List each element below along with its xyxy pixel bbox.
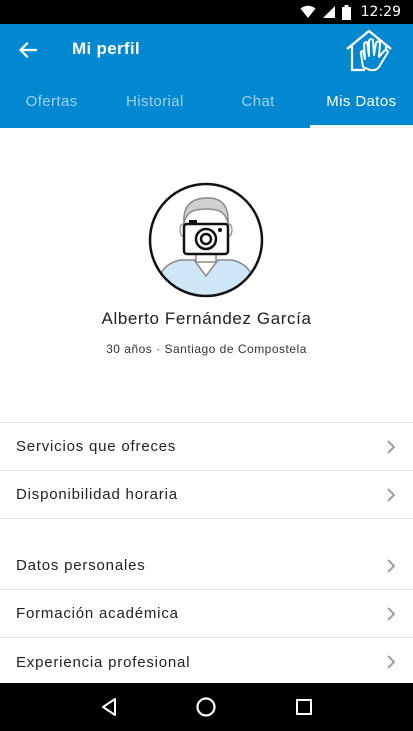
tab-chat[interactable]: Chat xyxy=(207,76,310,128)
house-hand-logo xyxy=(343,27,395,73)
tab-bar: Ofertas Historial Chat Mis Datos xyxy=(0,76,413,128)
nav-home-button[interactable] xyxy=(186,687,226,727)
profile-subtitle: 30 años · Santiago de Compostela xyxy=(106,342,307,356)
chevron-right-icon xyxy=(387,655,395,669)
back-button[interactable] xyxy=(12,36,44,64)
back-triangle-icon xyxy=(101,698,116,716)
status-time: 12:29 xyxy=(360,4,401,20)
services-list: Servicios que ofreces Disponibilidad hor… xyxy=(0,422,413,519)
profile-name: Alberto Fernández García xyxy=(101,309,312,328)
profile-content: Alberto Fernández García 30 años · Santi… xyxy=(0,128,413,683)
toolbar: Mi perfil xyxy=(0,24,413,76)
app-bar: Mi perfil Ofertas Historial Chat Mis Dat… xyxy=(0,24,413,128)
list-item-label: Servicios que ofreces xyxy=(16,438,177,455)
wifi-icon xyxy=(300,5,316,18)
system-nav-bar xyxy=(0,683,413,731)
nav-recents-button[interactable] xyxy=(284,687,324,727)
list-item-datos-personales[interactable]: Datos personales xyxy=(0,542,413,590)
status-bar: 12:29 xyxy=(0,0,413,24)
list-item-label: Formación académica xyxy=(16,605,179,622)
tab-ofertas[interactable]: Ofertas xyxy=(0,76,103,128)
nav-back-button[interactable] xyxy=(89,687,129,727)
chevron-right-icon xyxy=(387,440,395,454)
chevron-right-icon xyxy=(387,607,395,621)
list-item-servicios[interactable]: Servicios que ofreces xyxy=(0,423,413,471)
list-item-label: Datos personales xyxy=(16,557,146,574)
chevron-right-icon xyxy=(387,488,395,502)
tab-historial[interactable]: Historial xyxy=(103,76,206,128)
list-item-formacion[interactable]: Formación académica xyxy=(0,590,413,638)
home-circle-icon xyxy=(196,697,217,717)
chevron-right-icon xyxy=(387,559,395,573)
avatar-camera-icon[interactable] xyxy=(146,180,266,300)
battery-icon xyxy=(341,4,351,20)
tab-mis-datos[interactable]: Mis Datos xyxy=(309,76,413,128)
list-item-label: Experiencia profesional xyxy=(16,653,191,671)
list-item-experiencia[interactable]: Experiencia profesional xyxy=(0,638,413,683)
signal-icon xyxy=(322,6,335,18)
arrow-left-icon xyxy=(19,42,37,58)
personal-list: Datos personales Formación académica Exp… xyxy=(0,542,413,683)
list-item-disponibilidad[interactable]: Disponibilidad horaria xyxy=(0,471,413,519)
list-item-label: Disponibilidad horaria xyxy=(16,486,178,503)
page-title: Mi perfil xyxy=(72,39,140,58)
recents-square-icon xyxy=(296,699,313,715)
